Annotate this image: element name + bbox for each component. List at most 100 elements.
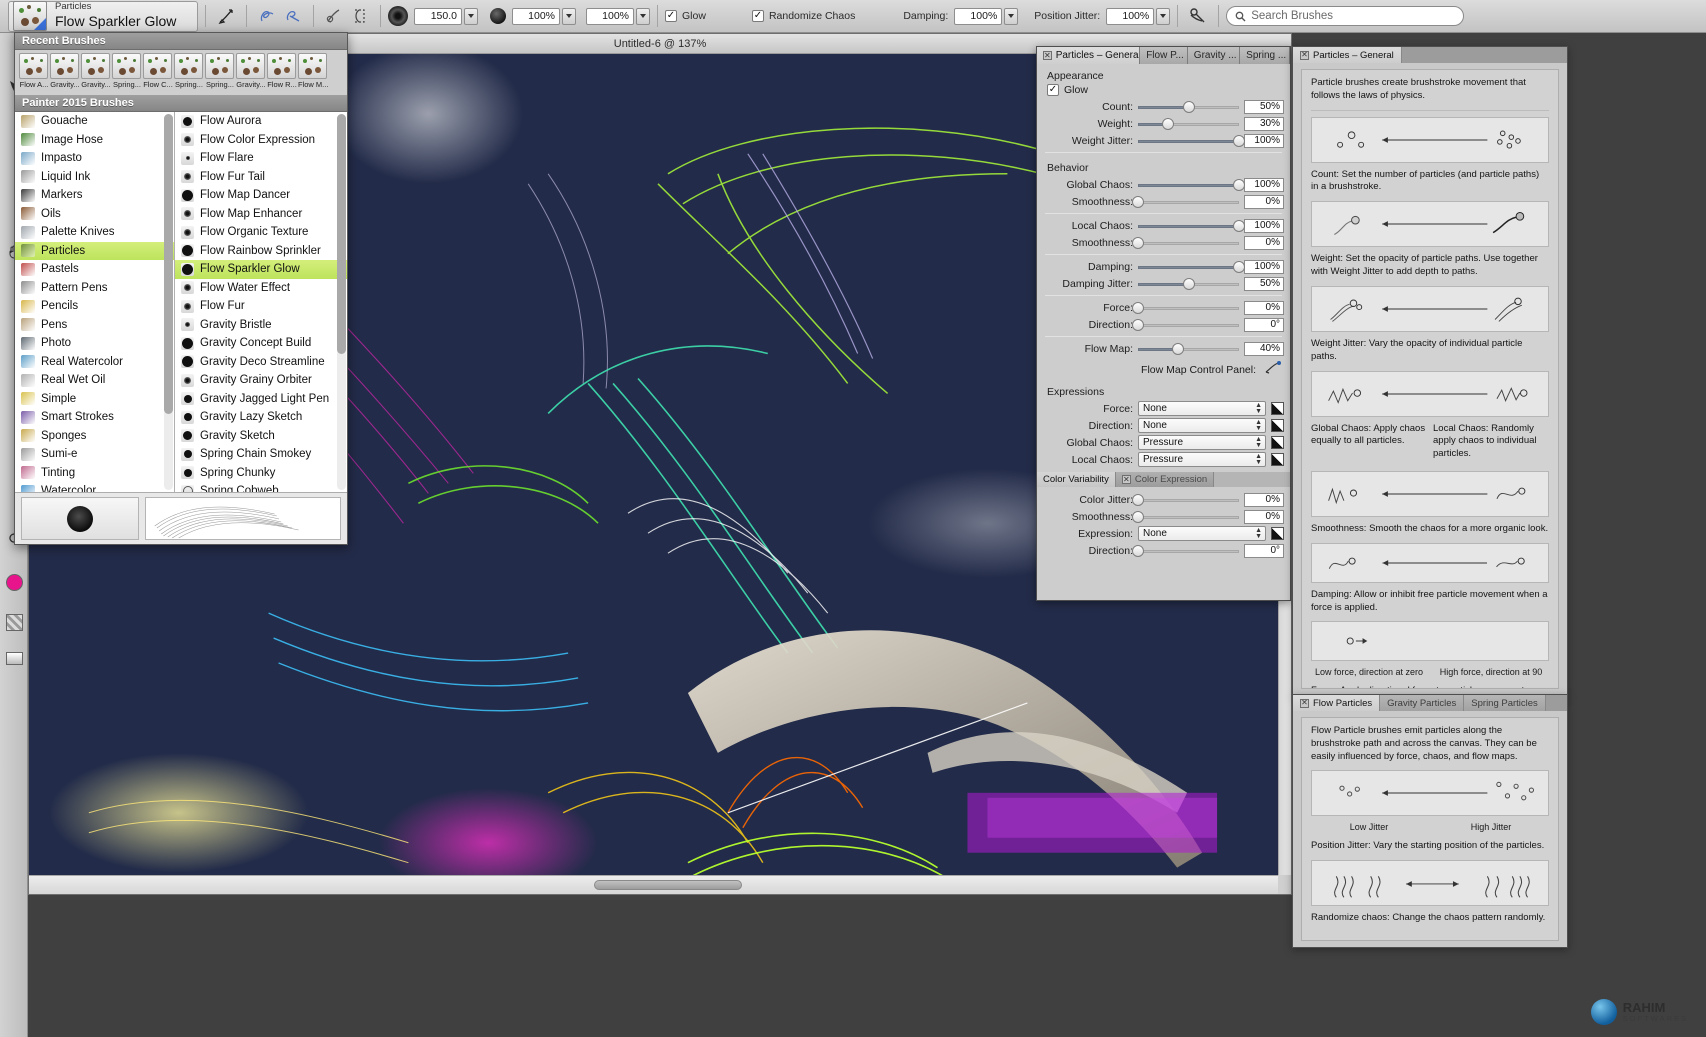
brush-variant-list[interactable]: Flow Aurora Flow Color Expression Flow Fla… xyxy=(175,112,347,492)
brush-variant-item[interactable]: Flow Aurora xyxy=(175,112,347,131)
brush-variant-item[interactable]: Gravity Deco Streamline xyxy=(175,353,347,372)
brush-variant-item[interactable]: Spring Cobweb xyxy=(175,482,347,492)
expression-row[interactable]: Force: None ▲ ▼ xyxy=(1037,400,1290,417)
brush-dab-preview-icon[interactable] xyxy=(213,3,239,29)
slider-value[interactable]: 0% xyxy=(1244,194,1284,209)
slider-value[interactable]: 0% xyxy=(1244,235,1284,250)
brush-controls-icon[interactable] xyxy=(1185,3,1211,29)
brush-variant-item[interactable]: Gravity Sketch xyxy=(175,427,347,446)
brush-size-icon[interactable] xyxy=(388,6,408,26)
brush-category-item[interactable]: Sumi-e xyxy=(15,445,174,464)
color-swatch-icon[interactable] xyxy=(0,569,28,595)
slider-row[interactable]: Flow Map: 40% xyxy=(1037,340,1290,357)
slider-track[interactable] xyxy=(1132,544,1239,558)
panel-tab[interactable]: Gravity ... xyxy=(1187,47,1241,64)
slider-row[interactable]: Global Chaos: 100% xyxy=(1037,176,1290,193)
brush-variant-item[interactable]: Gravity Lazy Sketch xyxy=(175,408,347,427)
recent-brush-item[interactable]: Gravity... xyxy=(50,53,80,95)
brush-category-item[interactable]: Sponges xyxy=(15,427,174,446)
slider-value[interactable]: 100% xyxy=(1244,259,1284,274)
recent-brush-item[interactable]: Flow M... xyxy=(298,53,328,95)
slider-value[interactable]: 0% xyxy=(1244,492,1284,507)
expression-select[interactable]: None ▲ ▼ xyxy=(1138,418,1266,433)
randomize-chaos-checkbox[interactable]: ✓ Randomize Chaos xyxy=(751,10,855,22)
brush-category-item[interactable]: Particles xyxy=(15,241,174,260)
slider-knob[interactable] xyxy=(1233,134,1245,147)
brush-category-item[interactable]: Palette Knives xyxy=(15,223,174,242)
slider-row[interactable]: Weight Jitter: 100% xyxy=(1037,132,1290,149)
brush-variant-item[interactable]: Flow Fur xyxy=(175,297,347,316)
recent-brush-item[interactable]: Gravity... xyxy=(81,53,111,95)
slider-value[interactable]: 0% xyxy=(1244,509,1284,524)
brush-variant-item[interactable]: Flow Map Enhancer xyxy=(175,205,347,224)
slider-track[interactable] xyxy=(1132,510,1239,524)
brush-size-stepper[interactable] xyxy=(464,7,478,25)
category-scrollbar-thumb[interactable] xyxy=(164,114,173,414)
brush-category-item[interactable]: Pastels xyxy=(15,260,174,279)
slider-value[interactable]: 100% xyxy=(1244,177,1284,192)
brush-variant-item[interactable]: Flow Water Effect xyxy=(175,279,347,298)
color-expression-select[interactable]: None ▲ ▼ xyxy=(1138,526,1266,541)
brush-category-item[interactable]: Oils xyxy=(15,205,174,224)
panel-tab[interactable]: Spring Particles xyxy=(1464,695,1546,711)
slider-track[interactable] xyxy=(1138,219,1245,233)
slider-track[interactable] xyxy=(1132,318,1239,332)
expression-row[interactable]: Direction: None ▲ ▼ xyxy=(1037,417,1290,434)
chevron-updown-icon[interactable]: ▲ ▼ xyxy=(1255,419,1262,432)
recent-brush-item[interactable]: Spring... xyxy=(205,53,235,95)
damping-field[interactable]: 100% xyxy=(954,7,1003,25)
freehand-stroke-icon[interactable] xyxy=(254,3,280,29)
brush-category-item[interactable]: Real Wet Oil xyxy=(15,371,174,390)
chevron-updown-icon[interactable]: ▲ ▼ xyxy=(1255,453,1262,466)
brush-variant-item[interactable]: Gravity Jagged Light Pen xyxy=(175,390,347,409)
glow-checkbox[interactable]: ✓ Glow xyxy=(665,10,706,22)
brush-category-item[interactable]: Image Hose xyxy=(15,131,174,150)
brush-category-item[interactable]: Liquid Ink xyxy=(15,168,174,187)
brush-variant-item[interactable]: Gravity Bristle xyxy=(175,316,347,335)
slider-knob[interactable] xyxy=(1132,493,1144,506)
brush-variant-item[interactable]: Flow Fur Tail xyxy=(175,168,347,187)
slider-track[interactable] xyxy=(1138,342,1239,356)
panel-tab[interactable]: Gravity Particles xyxy=(1380,695,1465,711)
chevron-updown-icon[interactable]: ▲ ▼ xyxy=(1255,527,1262,540)
expression-select[interactable]: Pressure ▲ ▼ xyxy=(1138,452,1266,467)
brush-category-item[interactable]: Impasto xyxy=(15,149,174,168)
brush-variant-item[interactable]: Flow Rainbow Sprinkler xyxy=(175,242,347,261)
slider-row[interactable]: Damping: 100% xyxy=(1037,258,1290,275)
panel-tab[interactable]: ✕ Particles – General xyxy=(1293,47,1402,63)
brush-size-field[interactable]: 150.0 xyxy=(414,7,462,25)
slider-row[interactable]: Damping Jitter: 50% xyxy=(1037,275,1290,292)
slider-knob[interactable] xyxy=(1132,195,1144,208)
brush-jitter-field[interactable]: 100% xyxy=(586,7,634,25)
brush-category-item[interactable]: Watercolor xyxy=(15,482,174,492)
recent-brush-item[interactable]: Flow C... xyxy=(143,53,173,95)
expression-curve-icon[interactable] xyxy=(1271,436,1284,449)
slider-track[interactable] xyxy=(1132,236,1239,250)
slider-knob[interactable] xyxy=(1233,260,1245,273)
scrollbar-thumb[interactable] xyxy=(594,880,742,890)
slider-value[interactable]: 0% xyxy=(1244,300,1284,315)
brush-opacity-stepper[interactable] xyxy=(562,7,576,25)
slider-track[interactable] xyxy=(1138,277,1239,291)
color-expression-row[interactable]: Expression: None ▲ ▼ xyxy=(1037,525,1290,542)
recent-brush-item[interactable]: Spring... xyxy=(174,53,204,95)
chevron-updown-icon[interactable]: ▲ ▼ xyxy=(1255,402,1262,415)
expression-select[interactable]: Pressure ▲ ▼ xyxy=(1138,435,1266,450)
slider-row[interactable]: Local Chaos: 100% xyxy=(1037,217,1290,234)
slider-track[interactable] xyxy=(1132,301,1239,315)
brush-category-list[interactable]: Gouache Image Hose Impasto Liquid Ink Marker… xyxy=(15,112,175,492)
damping-stepper[interactable] xyxy=(1004,7,1019,25)
slider-row[interactable]: Weight: 30% xyxy=(1037,115,1290,132)
slider-row[interactable]: Force: 0% xyxy=(1037,299,1290,316)
paper-swatch-icon[interactable] xyxy=(0,645,28,671)
slider-knob[interactable] xyxy=(1132,236,1144,249)
close-tab-icon[interactable]: ✕ xyxy=(1300,698,1309,708)
slider-track[interactable] xyxy=(1138,134,1245,148)
close-tab-icon[interactable]: ✕ xyxy=(1121,475,1131,484)
recent-brush-item[interactable]: Gravity... xyxy=(236,53,266,95)
slider-track[interactable] xyxy=(1138,100,1239,114)
selection-clip-icon[interactable] xyxy=(347,3,373,29)
slider-knob[interactable] xyxy=(1182,100,1195,113)
slider-value[interactable]: 30% xyxy=(1244,116,1284,131)
slider-row[interactable]: Smoothness: 0% xyxy=(1037,508,1290,525)
